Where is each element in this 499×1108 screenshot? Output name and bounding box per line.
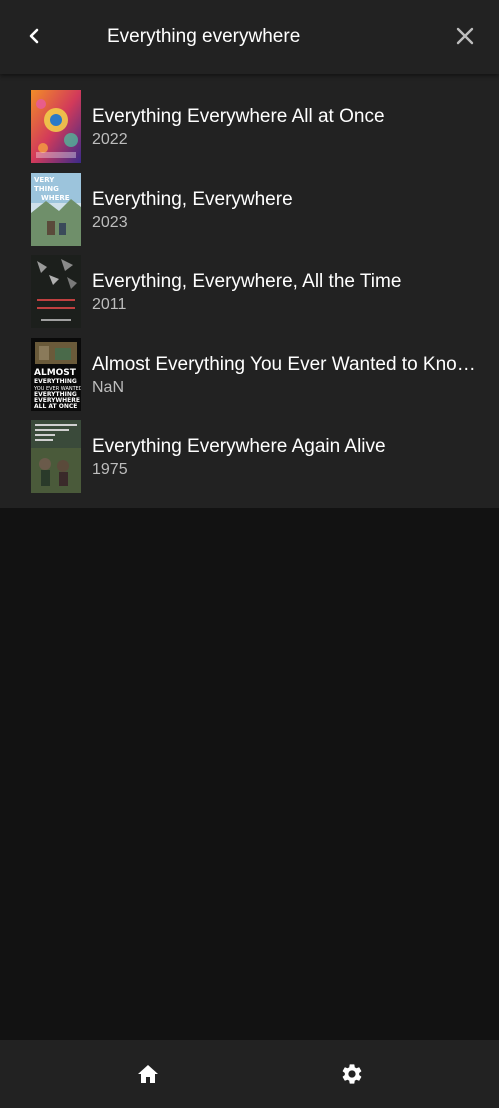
close-icon [456,27,474,45]
svg-text:THING: THING [34,185,59,193]
app: Everything everywhere Everything Everywh… [0,0,499,1108]
result-year: 2023 [92,213,128,231]
result-year: 1975 [92,461,128,478]
list-item[interactable]: VERY THING WHERE Everything, Everywhere … [0,171,499,254]
chevron-left-icon [29,28,39,44]
svg-text:VERY: VERY [34,176,55,184]
search-results-list: Everything Everywhere All at Once 2022 V… [0,74,499,508]
list-item[interactable]: Everything Everywhere Again Alive 1975 [0,418,499,501]
close-button[interactable] [449,20,481,52]
result-text: Everything Everywhere All at Once 2022 [92,106,477,150]
bottom-nav [0,1040,499,1108]
svg-text:ALMOST: ALMOST [34,368,77,378]
poster-image [31,90,81,163]
result-title: Almost Everything You Ever Wanted to Kno… [92,353,477,375]
result-title: Everything, Everywhere, All the Time [92,271,402,292]
gear-icon [342,1064,362,1084]
home-icon [138,1065,158,1083]
page-title: Everything everywhere [107,26,301,47]
svg-text:EVERYTHING: EVERYTHING [34,378,77,385]
svg-text:ALL AT ONCE: ALL AT ONCE [34,403,77,410]
list-item[interactable]: Everything, Everywhere, All the Time 201… [0,253,499,336]
list-item[interactable]: ALMOST EVERYTHING YOU EVER WANTED EVERYT… [0,336,499,419]
home-button[interactable] [134,1060,162,1088]
result-title: Everything Everywhere All at Once [92,106,385,127]
back-button[interactable] [18,20,50,52]
result-text: Almost Everything You Ever Wanted to Kno… [92,354,477,398]
poster-image [31,420,81,493]
result-text: Everything Everywhere Again Alive 1975 [92,436,477,480]
result-year: 2011 [92,296,127,313]
result-title: Everything Everywhere Again Alive [92,436,386,457]
result-year: 2022 [92,131,128,148]
poster-image [31,255,81,328]
list-item[interactable]: Everything Everywhere All at Once 2022 [0,88,499,171]
search-header: Everything everywhere [0,0,499,74]
result-text: Everything, Everywhere 2023 [92,189,477,233]
result-year: NaN [92,378,125,396]
poster-image: ALMOST EVERYTHING YOU EVER WANTED EVERYT… [31,337,81,411]
result-title: Everything, Everywhere [92,188,293,210]
svg-text:WHERE: WHERE [41,194,70,202]
settings-button[interactable] [338,1060,366,1088]
poster-image: VERY THING WHERE [31,172,81,246]
result-text: Everything, Everywhere, All the Time 201… [92,271,477,315]
